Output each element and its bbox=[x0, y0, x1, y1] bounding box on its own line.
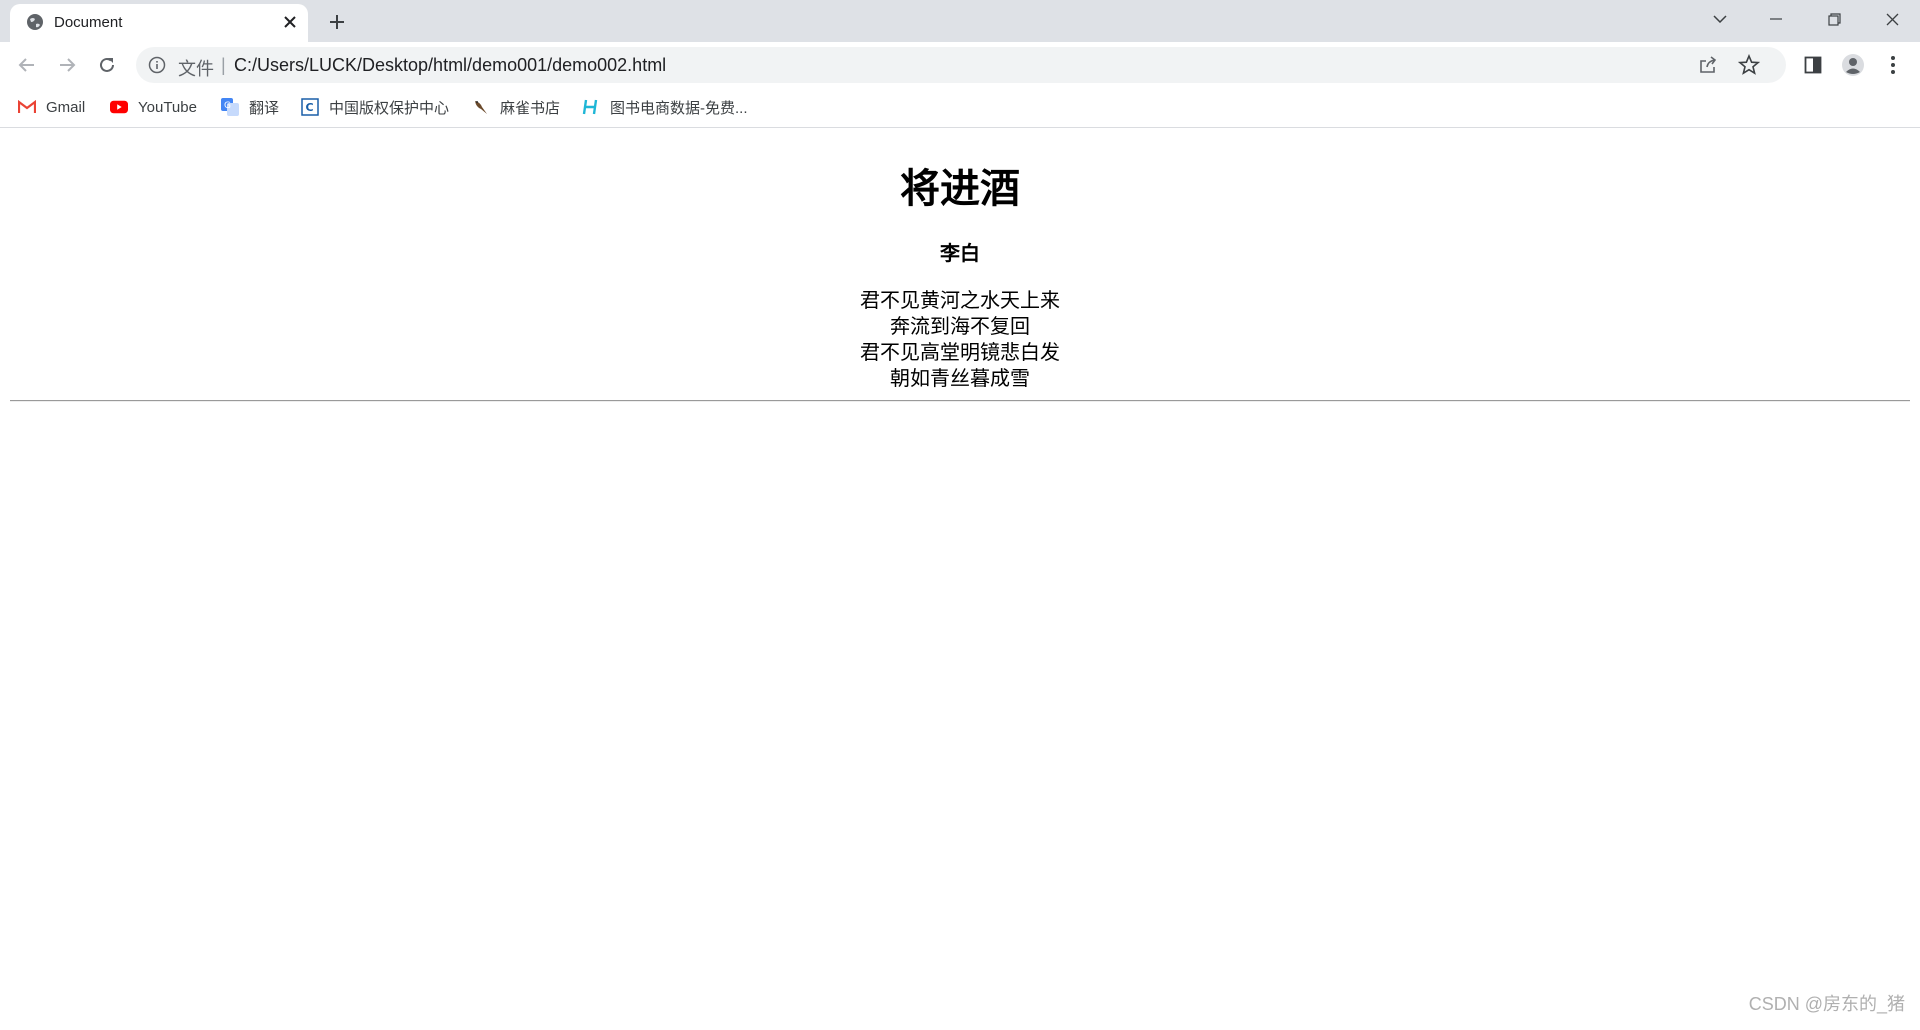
youtube-icon bbox=[110, 98, 128, 116]
scheme-label: 文件 bbox=[178, 59, 214, 79]
svg-text:C: C bbox=[306, 101, 314, 114]
svg-text:G: G bbox=[224, 101, 231, 111]
tab-document[interactable]: Document bbox=[10, 4, 308, 42]
bookmarks-bar: Gmail YouTube G 翻译 C 中国版权保护中心 麻雀书店 图书电商数… bbox=[0, 88, 1920, 128]
bookmark-label: 图书电商数据-免费... bbox=[610, 99, 748, 117]
horizontal-rule bbox=[10, 400, 1910, 402]
poem-title: 将进酒 bbox=[900, 167, 1020, 211]
minimize-icon[interactable] bbox=[1748, 0, 1804, 38]
plus-icon[interactable] bbox=[323, 8, 351, 36]
bookmark-label: Gmail bbox=[46, 98, 86, 116]
bookmark-star-icon[interactable] bbox=[1737, 53, 1761, 76]
sparrow-icon bbox=[472, 98, 490, 116]
copyright-center-icon: C bbox=[301, 98, 319, 116]
profile-avatar-icon[interactable] bbox=[1839, 51, 1867, 79]
h-logo-icon bbox=[582, 98, 600, 116]
url-text[interactable]: C:/Users/LUCK/Desktop/html/demo001/demo0… bbox=[234, 55, 666, 76]
tab-title: Document bbox=[54, 14, 123, 31]
close-icon[interactable] bbox=[280, 12, 300, 32]
scheme-separator: | bbox=[221, 55, 226, 75]
poem-line: 奔流到海不复回 bbox=[890, 316, 1030, 338]
poem-line: 朝如青丝暮成雪 bbox=[890, 368, 1030, 390]
translate-icon: G bbox=[221, 98, 239, 116]
bookmark-translate[interactable]: G 翻译 bbox=[221, 95, 279, 119]
forward-icon[interactable] bbox=[51, 49, 83, 81]
bookmark-label: 麻雀书店 bbox=[500, 99, 561, 117]
bookmark-sparrow-bookstore[interactable]: 麻雀书店 bbox=[472, 95, 560, 119]
menu-kebab-icon[interactable] bbox=[1879, 51, 1907, 79]
poem-body: 君不见黄河之水天上来 奔流到海不复回 君不见高堂明镜悲白发 朝如青丝暮成雪 bbox=[0, 288, 1920, 392]
poem-line: 君不见高堂明镜悲白发 bbox=[860, 342, 1060, 364]
gmail-icon bbox=[18, 98, 36, 116]
chevron-down-icon[interactable] bbox=[1692, 0, 1748, 38]
side-panel-icon[interactable] bbox=[1799, 51, 1827, 79]
bookmark-gmail[interactable]: Gmail bbox=[18, 95, 85, 119]
page-content: 将进酒 李白 君不见黄河之水天上来 奔流到海不复回 君不见高堂明镜悲白发 朝如青… bbox=[0, 128, 1920, 1030]
address-bar[interactable]: 文件 | C:/Users/LUCK/Desktop/html/demo001/… bbox=[136, 47, 1786, 83]
share-icon[interactable] bbox=[1698, 55, 1718, 75]
browser-toolbar: 文件 | C:/Users/LUCK/Desktop/html/demo001/… bbox=[0, 42, 1920, 88]
info-icon[interactable] bbox=[148, 56, 166, 74]
watermark: CSDN @房东的_猪 bbox=[1748, 994, 1905, 1014]
poem-author: 李白 bbox=[940, 243, 980, 265]
bookmark-label: YouTube bbox=[138, 98, 197, 116]
bookmark-label: 中国版权保护中心 bbox=[329, 99, 450, 117]
restore-icon[interactable] bbox=[1806, 0, 1862, 38]
reload-icon[interactable] bbox=[91, 49, 123, 81]
tab-strip: Document bbox=[0, 0, 1920, 42]
bookmark-copyright-center[interactable]: C 中国版权保护中心 bbox=[301, 95, 449, 119]
bookmark-youtube[interactable]: YouTube bbox=[110, 95, 197, 119]
bookmark-book-data[interactable]: 图书电商数据-免费... bbox=[582, 95, 748, 119]
back-icon[interactable] bbox=[11, 49, 43, 81]
poem-line: 君不见黄河之水天上来 bbox=[860, 290, 1060, 312]
close-window-icon[interactable] bbox=[1864, 0, 1920, 38]
globe-icon bbox=[26, 13, 44, 31]
bookmark-label: 翻译 bbox=[249, 99, 280, 117]
